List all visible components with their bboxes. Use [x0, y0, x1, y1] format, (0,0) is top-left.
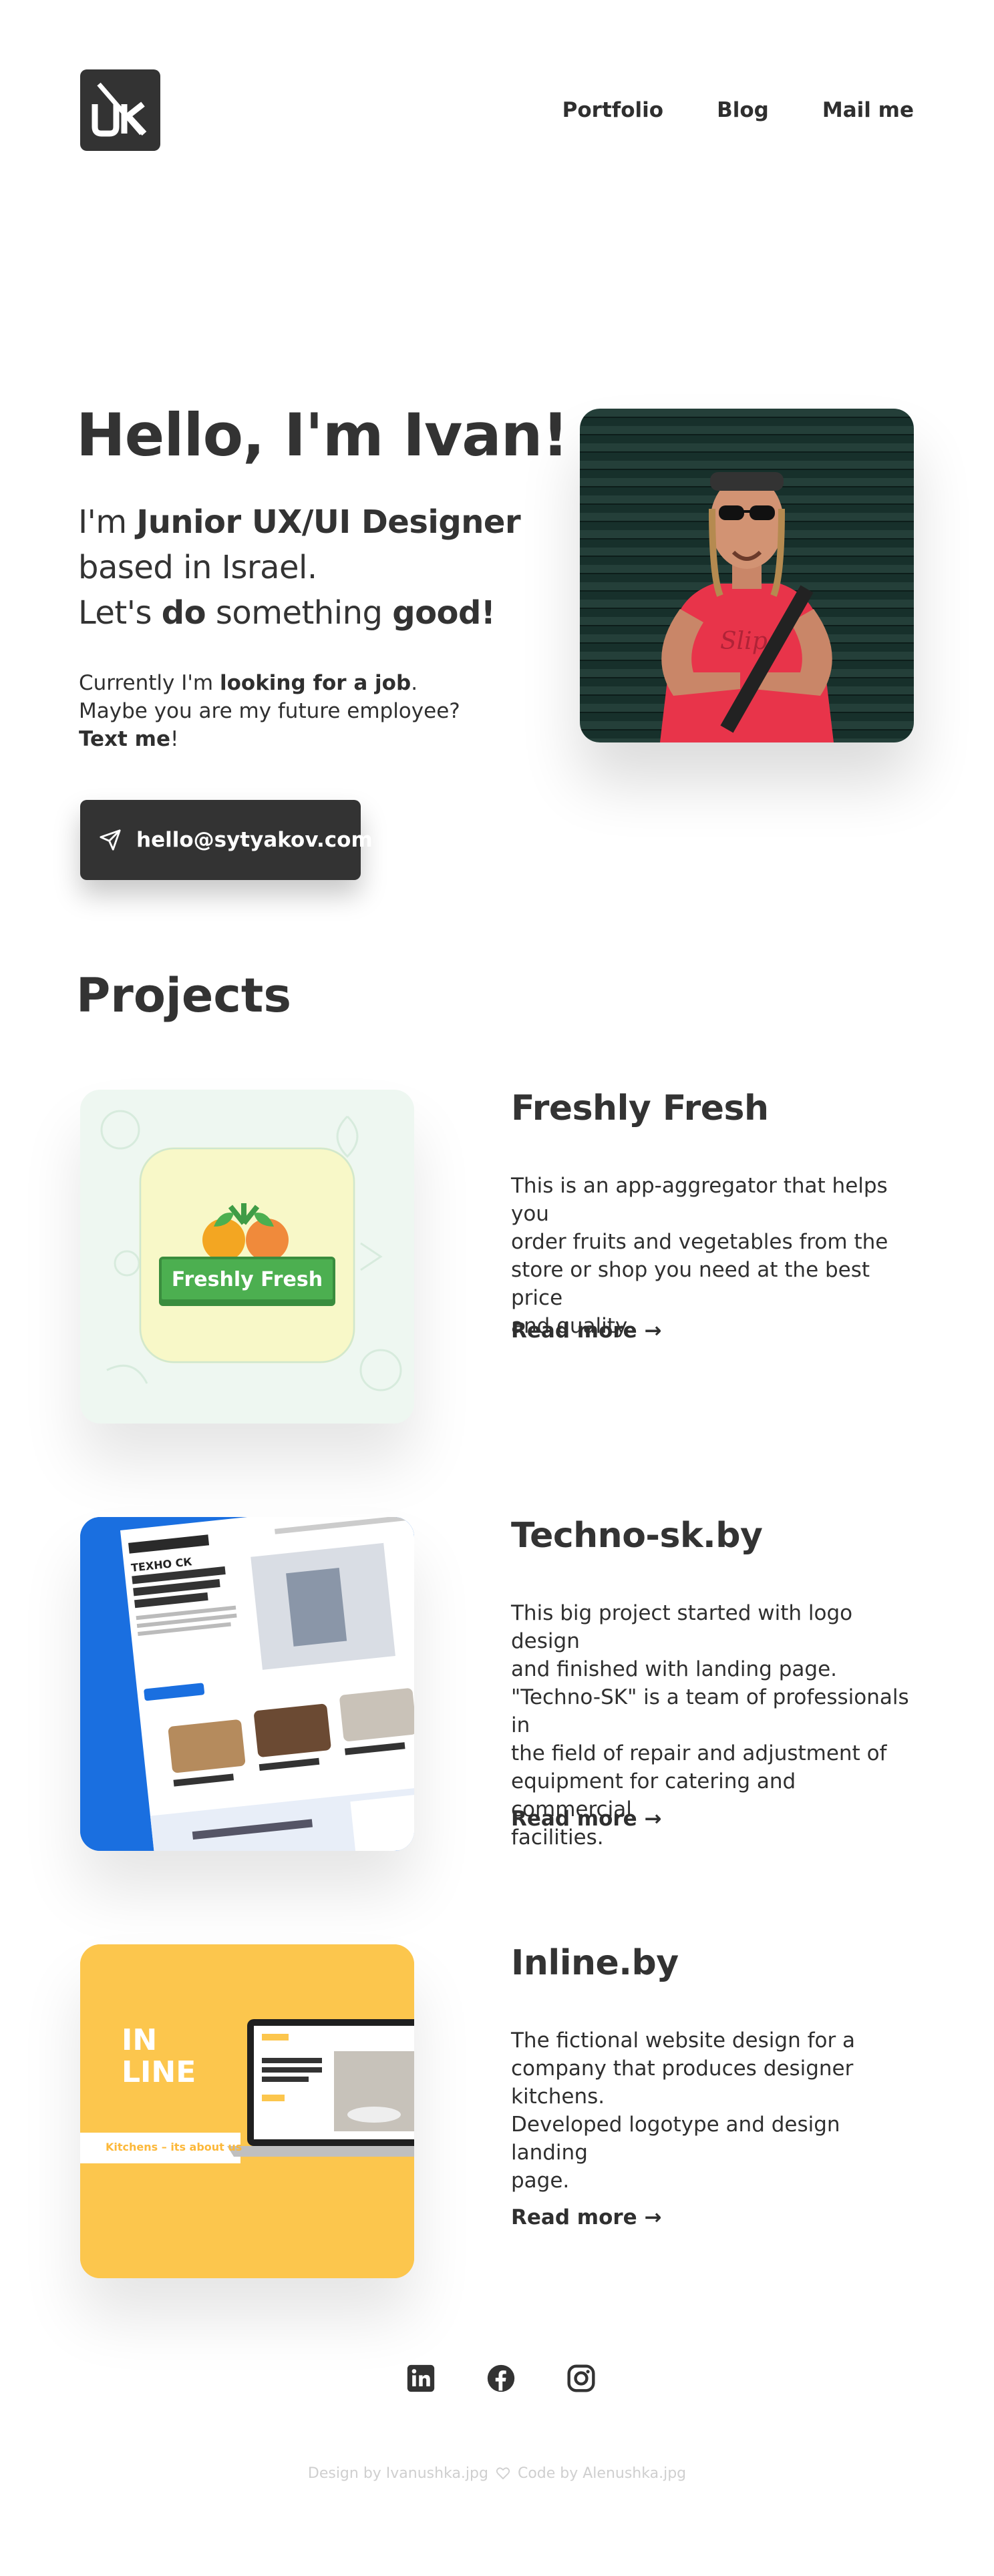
- freshly-fresh-badge-label: Freshly Fresh: [171, 1267, 323, 1291]
- note1-bold: looking for a job: [219, 671, 411, 695]
- desc-line: order fruits and vegetables from the: [511, 1230, 888, 1254]
- desc-line: This big project started with logo desig…: [511, 1601, 853, 1653]
- hero-role: Junior UX/UI Designer: [136, 503, 521, 541]
- note1-text: Currently I'm: [79, 671, 220, 695]
- desc-line: store or shop you need at the best price: [511, 1258, 870, 1310]
- project-desc-freshly-fresh: This is an app-aggregator that helps you…: [511, 1172, 912, 1340]
- hero-subtitle: I'm Junior UX/UI Designer based in Israe…: [78, 499, 521, 636]
- project-title-inline: Inline.by: [511, 1943, 679, 1983]
- main-nav: Portfolio Blog Mail me: [509, 93, 914, 127]
- project-title-techno-sk: Techno-sk.by: [511, 1516, 763, 1556]
- desc-line: and finished with landing page.: [511, 1657, 837, 1681]
- read-more-freshly-fresh[interactable]: Read more →: [511, 1319, 661, 1343]
- inline-logo-line2: LINE: [122, 2055, 196, 2089]
- desc-line: Developed logotype and design landing: [511, 2113, 840, 2165]
- profile-photo-image: Slip: [580, 409, 914, 742]
- footer-credits: Design by Ivanushka.jpg Code by Alenushk…: [0, 2465, 994, 2484]
- project-card-freshly-fresh[interactable]: Freshly Fresh: [80, 1090, 414, 1424]
- desc-line: kitchens.: [511, 2085, 605, 2109]
- read-more-techno-sk[interactable]: Read more →: [511, 1807, 661, 1831]
- linkedin-icon[interactable]: [406, 2364, 436, 2393]
- svg-text:Slip: Slip: [720, 628, 768, 655]
- projects-title: Projects: [76, 968, 292, 1023]
- desc-line: This is an app-aggregator that helps you: [511, 1174, 888, 1226]
- hero-line3-mid: something: [206, 594, 393, 632]
- project-card-inline[interactable]: IN LINE Kitchens – its about us: [80, 1944, 414, 2278]
- send-icon: [99, 827, 122, 853]
- project-card-techno-sk[interactable]: ТЕХНО СК: [80, 1517, 414, 1851]
- note3-bold: Text me: [79, 727, 170, 751]
- desc-line: the field of repair and adjustment of: [511, 1741, 887, 1765]
- note1-post: .: [411, 671, 418, 695]
- inline-logo: IN LINE: [122, 2024, 196, 2089]
- read-more-inline[interactable]: Read more →: [511, 2205, 661, 2229]
- note3-post: !: [170, 727, 179, 751]
- credit-code: Code by Alenushka.jpg: [517, 2465, 687, 2482]
- hero-line3-bold1: do: [161, 594, 206, 632]
- social-links: [406, 2364, 647, 2393]
- inline-logo-line1: IN: [122, 2023, 158, 2057]
- facebook-icon[interactable]: [486, 2364, 516, 2393]
- hero-line1-text: I'm: [78, 503, 137, 541]
- techno-sk-artwork: [80, 1517, 414, 1851]
- nav-portfolio[interactable]: Portfolio: [562, 93, 663, 127]
- desc-line: company that produces designer: [511, 2057, 854, 2081]
- email-button-label: hello@sytyakov.com: [136, 828, 373, 852]
- inline-tagline: Kitchens – its about us: [106, 2141, 242, 2153]
- profile-photo: Slip: [580, 409, 914, 742]
- desc-line: The fictional website design for a: [511, 2028, 856, 2053]
- project-desc-inline: The fictional website design for a compa…: [511, 2026, 912, 2195]
- note2-text: Maybe you are my future employee?: [79, 699, 460, 723]
- desc-line: page.: [511, 2169, 570, 2193]
- heart-icon: [496, 2466, 510, 2484]
- project-title-freshly-fresh: Freshly Fresh: [511, 1088, 769, 1128]
- hero-line3-bold2: good!: [392, 594, 496, 632]
- hero-location: based in Israel.: [78, 549, 317, 586]
- nav-blog[interactable]: Blog: [717, 93, 769, 127]
- nav-mail-me[interactable]: Mail me: [822, 93, 914, 127]
- instagram-icon[interactable]: [566, 2364, 596, 2393]
- email-button[interactable]: hello@sytyakov.com: [80, 800, 373, 880]
- desc-line: "Techno-SK" is a team of professionals i…: [511, 1685, 909, 1737]
- hero-line3-text: Let's: [78, 594, 162, 632]
- inline-artwork: [80, 1944, 414, 2278]
- logo[interactable]: [80, 69, 160, 151]
- hero-note: Currently I'm looking for a job. Maybe y…: [79, 669, 460, 753]
- hero-title: Hello, I'm Ivan!: [76, 401, 568, 469]
- logo-mark-icon: [92, 82, 147, 137]
- freshly-fresh-badge: Freshly Fresh: [159, 1257, 335, 1302]
- credit-design: Design by Ivanushka.jpg: [307, 2465, 488, 2482]
